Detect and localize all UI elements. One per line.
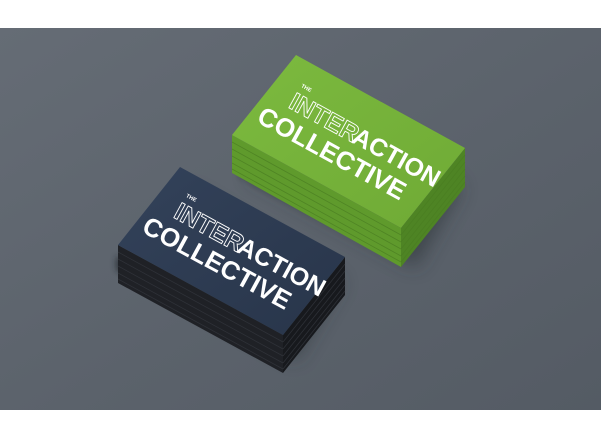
business-card-mockup: THE INTER ACTION COLLECTIVE THE INTER AC… xyxy=(0,28,601,410)
